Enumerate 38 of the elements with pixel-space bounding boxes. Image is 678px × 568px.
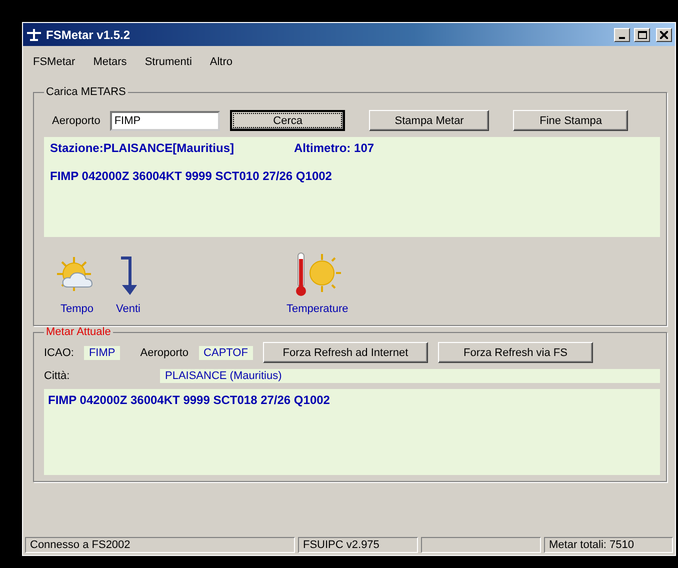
search-button[interactable]: Cerca	[230, 110, 346, 131]
group-title: Metar Attuale	[45, 326, 112, 338]
maximize-button[interactable]	[634, 28, 650, 42]
arrow-down-icon[interactable]	[118, 255, 138, 297]
menu-item[interactable]: Metars	[91, 56, 129, 68]
icon-label: Tempo	[60, 303, 94, 315]
airport-field[interactable]: FIMP	[110, 110, 220, 130]
close-icon	[660, 30, 668, 38]
airport-value: CAPTOF	[198, 346, 253, 360]
maximize-icon	[638, 30, 646, 38]
icon-label: Venti	[116, 303, 140, 315]
group-title: Carica METARS	[45, 86, 127, 98]
close-button[interactable]	[656, 28, 672, 42]
icao-value: FIMP	[84, 346, 120, 360]
airport-label: Aeroporto	[52, 114, 100, 126]
refresh-button[interactable]: Forza Refresh ad Internet	[262, 342, 428, 363]
status-panel: Connesso a FS2002	[25, 537, 295, 553]
print-button[interactable]: Fine Stampa	[513, 110, 628, 131]
status-panel: FSUIPC v2.975	[298, 537, 418, 553]
app-icon	[26, 28, 42, 42]
menu-item[interactable]: FSMetar	[31, 56, 78, 68]
metar-text: FIMP 042000Z 36004KT 9999 SCT018 27/26 Q1002	[48, 393, 330, 407]
airport-label: Aeroporto	[140, 346, 189, 358]
metar-text: FIMP 042000Z 36004KT 9999 SCT010 27/26 Q1002	[50, 169, 333, 183]
refresh-button[interactable]: Forza Refresh via FS	[438, 342, 593, 363]
minimize-button[interactable]	[614, 28, 630, 42]
station-text: Stazione:PLAISANCE[Mauritius]	[50, 141, 234, 155]
altimeter-text: Altimetro: 107	[294, 141, 374, 155]
status-panel: Metar totali: 7510	[544, 537, 673, 553]
minimize-icon	[619, 36, 625, 38]
city-value: PLAISANCE (Mauritius)	[160, 369, 660, 383]
print-button[interactable]: Stampa Metar	[369, 110, 490, 131]
menu-item[interactable]: Altro	[208, 56, 235, 68]
icon-label: Temperature	[286, 303, 348, 315]
city-label: Città:	[44, 370, 71, 382]
window-title: FSMetar v1.5.2	[46, 28, 132, 42]
icao-label: ICAO:	[44, 346, 74, 358]
menu-item[interactable]: Strumenti	[142, 56, 194, 68]
